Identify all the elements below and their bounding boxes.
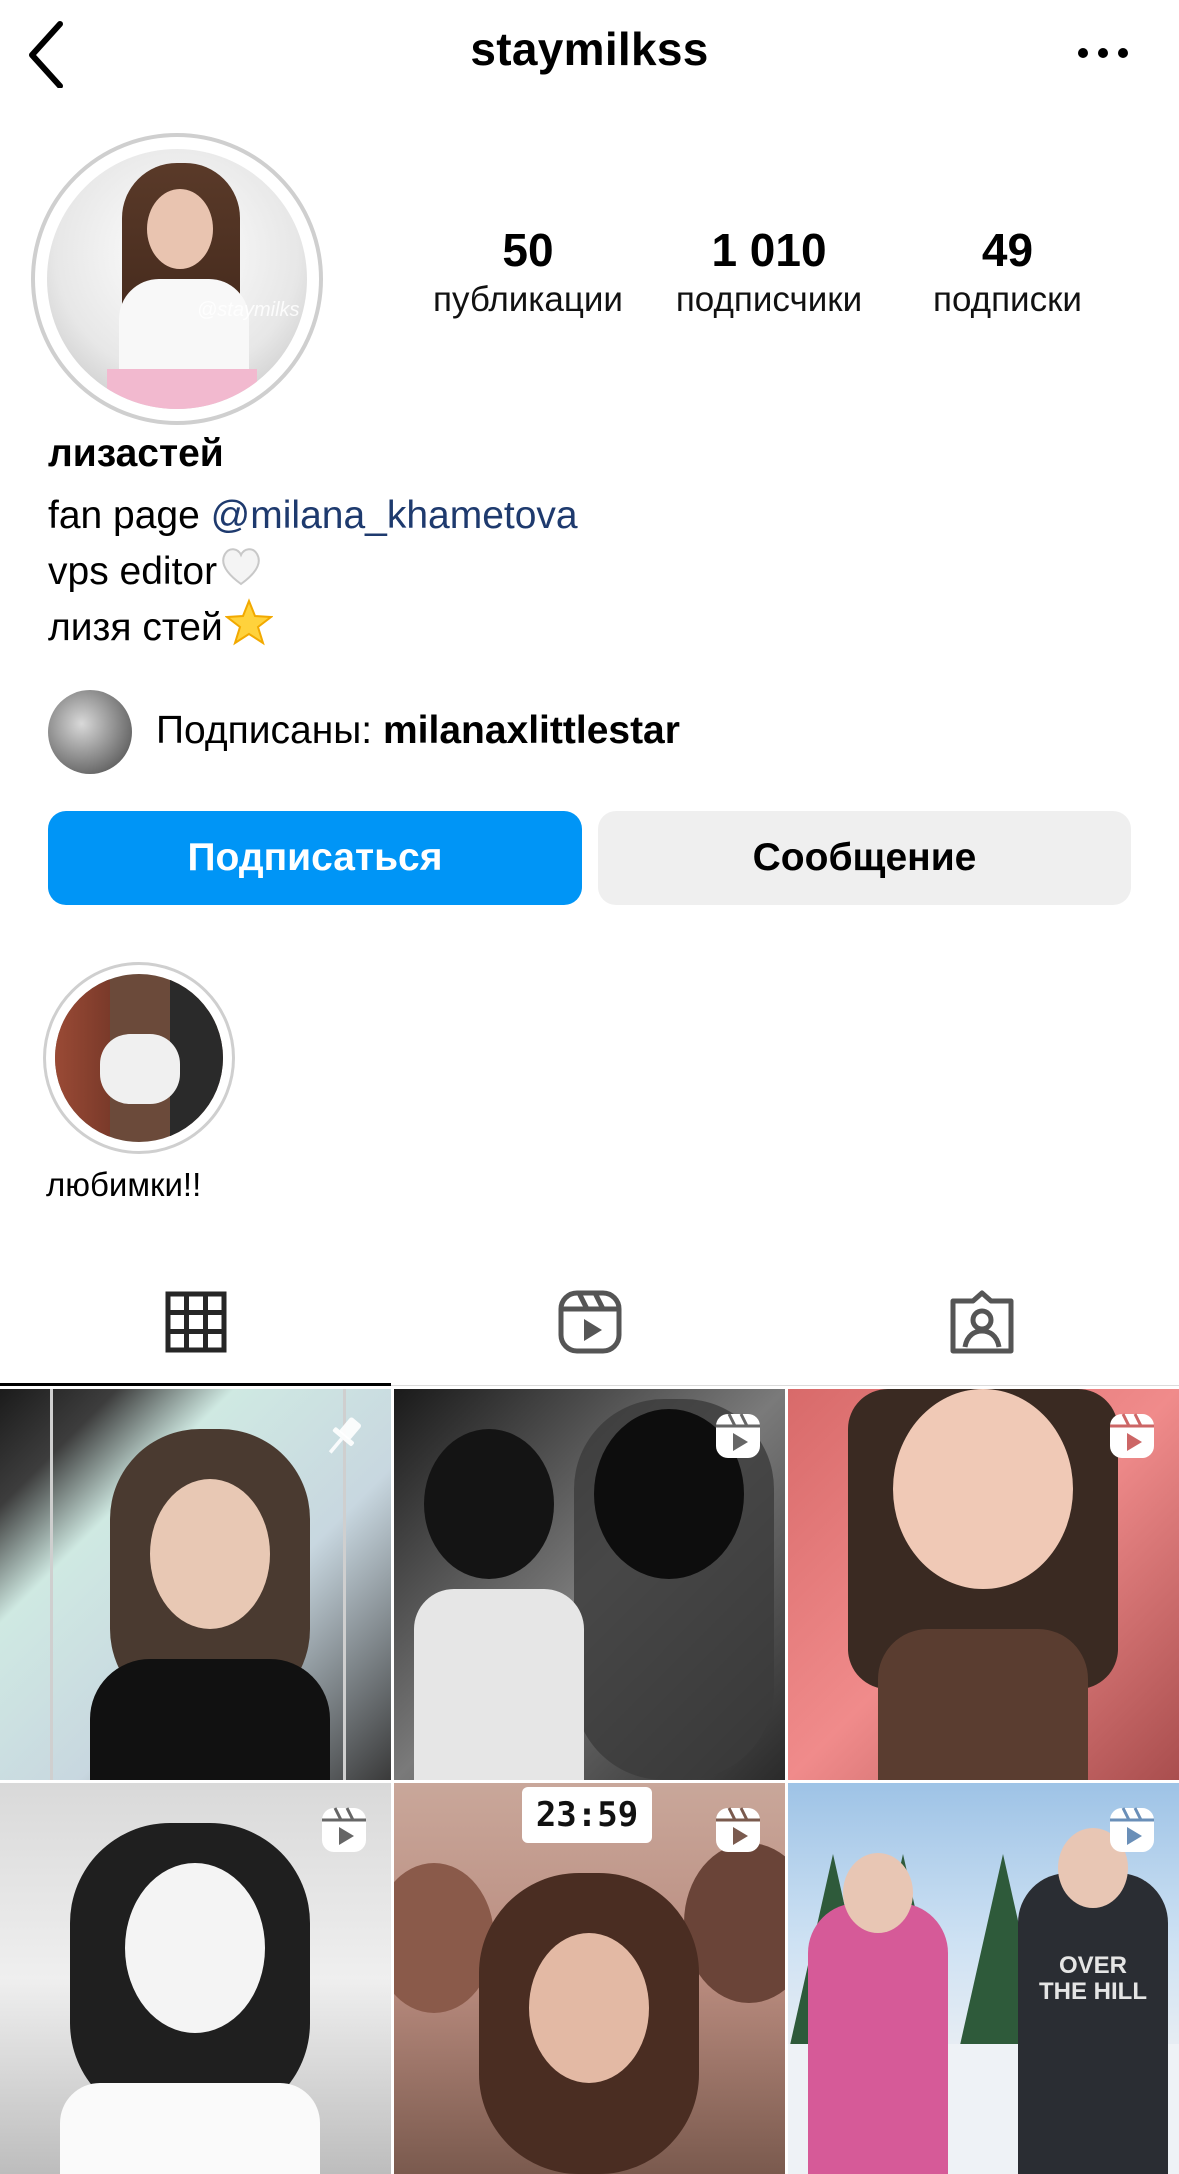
post-thumbnail-5[interactable]: 23:59 (394, 1783, 785, 2174)
post-thumbnail-4[interactable] (0, 1783, 391, 2174)
tab-posts-grid[interactable] (136, 1282, 256, 1362)
stat-value: 49 (981, 224, 1034, 276)
followed-by-username: milanaxlittlestar (382, 709, 680, 752)
message-button[interactable]: Сообщение (598, 811, 1131, 905)
profile-avatar[interactable]: @staymilks (47, 149, 307, 409)
bio-line-3: лизя стей (48, 598, 273, 654)
highlight-cover[interactable] (55, 974, 223, 1142)
reels-icon (558, 1290, 622, 1354)
pin-icon (328, 1417, 362, 1454)
more-options-button[interactable] (1075, 38, 1131, 68)
reels-icon (1110, 1413, 1154, 1458)
posts-count[interactable]: 50 публикации (418, 222, 638, 322)
post-thumbnail-6[interactable]: OVER THE HILL (788, 1783, 1179, 2174)
reels-icon (716, 1413, 760, 1458)
more-horizontal-icon (1078, 48, 1128, 58)
tab-tagged[interactable] (922, 1282, 1042, 1362)
glowing-star-icon (224, 598, 273, 646)
grid-icon (165, 1291, 227, 1353)
bio-text: fan page (48, 494, 211, 537)
post-overlay-text: OVER THE HILL (1039, 1952, 1147, 2005)
post-thumbnail-2[interactable] (394, 1389, 785, 1780)
bio-mention-link[interactable]: @milana_khametova (211, 494, 578, 537)
tab-reels[interactable] (530, 1282, 650, 1362)
top-bar: staymilkss (0, 0, 1179, 110)
bio-line-2: vps editor (48, 544, 263, 598)
following-count[interactable]: 49 подписки (905, 222, 1110, 322)
reels-icon (322, 1807, 366, 1852)
display-name: лизастей (48, 432, 224, 475)
reels-icon (1110, 1807, 1154, 1852)
reels-icon (716, 1807, 760, 1852)
bio-text: лизя стей (48, 606, 223, 649)
stat-label: подписчики (675, 280, 863, 319)
post-thumbnail-3[interactable] (788, 1389, 1179, 1780)
followed-by-avatar[interactable] (48, 690, 132, 774)
tagged-person-icon (950, 1290, 1014, 1354)
bio-line-1: fan page @milana_khametova (48, 490, 578, 542)
post-overlay-text: 23:59 (522, 1787, 652, 1843)
followers-count[interactable]: 1 010 подписчики (655, 222, 883, 322)
white-heart-icon (222, 548, 260, 586)
stat-label: публикации (433, 280, 623, 319)
followed-by-text[interactable]: Подписаны: milanaxlittlestar (156, 706, 680, 756)
highlight-label[interactable]: любимки!! (46, 1166, 201, 1204)
post-thumbnail-1[interactable] (0, 1389, 391, 1780)
profile-username-title: staymilkss (470, 23, 709, 75)
bio-text: vps editor (48, 550, 218, 593)
followed-by-prefix: Подписаны: (156, 709, 383, 752)
follow-button[interactable]: Подписаться (48, 811, 582, 905)
stat-label: подписки (933, 280, 1082, 319)
stat-value: 1 010 (711, 224, 827, 276)
avatar-watermark: @staymilks (197, 299, 300, 321)
stat-value: 50 (502, 224, 554, 276)
active-tab-indicator (0, 1383, 391, 1386)
